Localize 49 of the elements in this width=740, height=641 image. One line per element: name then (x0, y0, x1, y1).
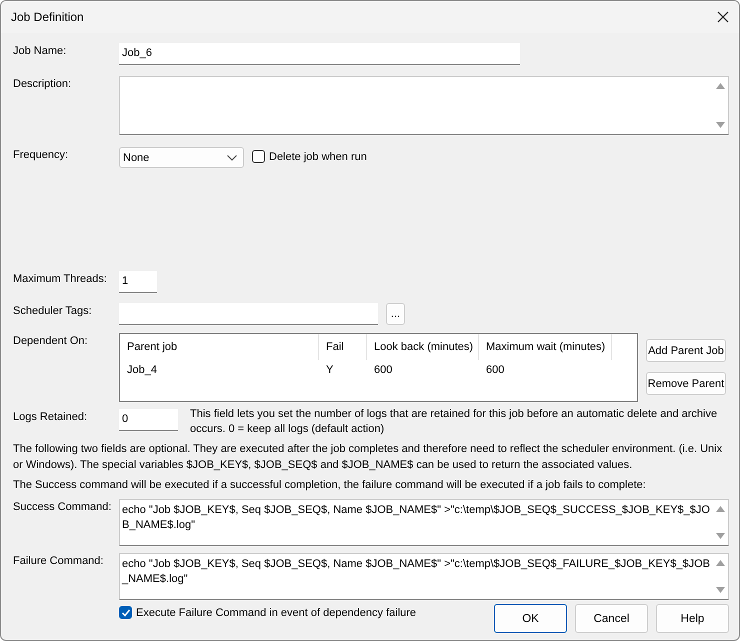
table-cell-text: Job_4 (126, 364, 158, 376)
checkbox-label: Execute Failure Command in event of dependency failure (136, 606, 416, 618)
field-label: Success Command: (13, 500, 112, 515)
table-cell-text: Y (325, 364, 334, 376)
scroll-down-icon (716, 587, 724, 594)
checkbox[interactable] (119, 606, 132, 619)
text-area[interactable]: echo "Job $JOB_KEY$, Seq $JOB_SEQ$, Name $JOB_NAME$" >"c:\temp\$JOB_SEQ$_SUCCESS_$JOB_KEY$_$JOB_NAME$.log" (119, 499, 729, 546)
field-label: Failure Command: (13, 554, 104, 569)
field-label: Logs Retained: (13, 410, 88, 425)
text-field[interactable] (119, 303, 378, 325)
field-label: Maximum Threads: (13, 272, 108, 287)
scroll-up-icon (716, 505, 724, 512)
field-label: Dependent On: (13, 334, 89, 349)
column-header[interactable]: Fail (319, 334, 367, 360)
text-field[interactable]: 1 (119, 271, 157, 293)
window-title: Job Definition (11, 10, 84, 24)
list-view[interactable]: Parent job Fail Look back (minutes) Maximum wait (minutes) Job_4 Y 600 600 (119, 333, 638, 402)
close-button[interactable] (715, 9, 731, 25)
dialog-button[interactable]: OK (494, 604, 567, 633)
scroll-up-icon (716, 82, 724, 89)
text-field[interactable]: 0 (119, 409, 178, 431)
field-label: Frequency: (13, 148, 70, 163)
dependency-button[interactable]: Add Parent Job (646, 339, 726, 362)
help-text: This field lets you set the number of logs that are retained for this job before an automatic delete and archive occurs. 0 = keep all logs (default action) (190, 407, 718, 437)
column-header[interactable]: Maximum wait (minutes) (479, 334, 612, 360)
dependency-button[interactable]: Remove Parent (646, 372, 726, 395)
dialog-button[interactable]: Help (656, 604, 729, 633)
check-icon (120, 608, 130, 618)
dialog-button[interactable]: Cancel (575, 604, 648, 633)
text-field[interactable]: Job_6 (119, 43, 520, 65)
field-label: Job Name: (13, 44, 68, 59)
checkbox-label: Delete job when run (269, 150, 367, 162)
dropdown[interactable]: None (119, 147, 244, 168)
scroll-down-icon (716, 533, 724, 540)
chevron-down-icon (227, 154, 237, 160)
scroll-down-icon (716, 122, 724, 129)
text-area[interactable]: echo "Job $JOB_KEY$, Seq $JOB_SEQ$, Name $JOB_NAME$" >"c:\temp\$JOB_SEQ$_FAILURE_$JOB_KEY$_$JOB_NAME$.log" (119, 553, 729, 600)
checkbox[interactable] (252, 150, 265, 163)
info-text: The Success command will be executed if a successful completion, the failure command will be executed if a job fails to complete: (13, 478, 647, 493)
column-header[interactable]: Look back (minutes) (367, 334, 479, 360)
field-label: Description: (13, 77, 72, 92)
browse-button[interactable]: ... (386, 303, 405, 325)
field-label: Scheduler Tags: (13, 304, 93, 319)
column-header[interactable]: Parent job (120, 334, 319, 360)
table-cell-text: 600 (485, 364, 506, 376)
scroll-up-icon (716, 559, 724, 566)
close-icon (717, 11, 729, 23)
info-text: The following two fields are optional. They are executed after the job completes and therefore need to reflect the scheduler environment. (i.e. Unix or Windows). The special variables $JOB_KEY$, $JOB_SEQ$ and $JOB_NAME$ can be used to return the associated values. (13, 442, 724, 473)
table-cell-text: 600 (373, 364, 394, 376)
